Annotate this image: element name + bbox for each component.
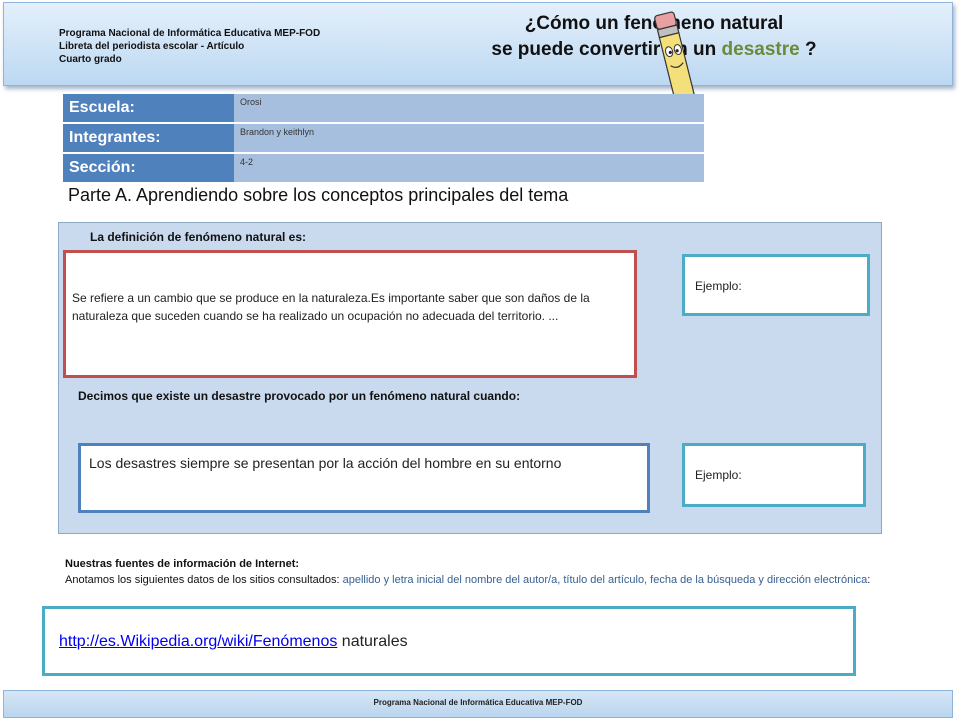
sources-intro: Anotamos los siguientes datos de los sit…: [65, 574, 343, 586]
disaster-example-box[interactable]: Ejemplo:: [682, 443, 866, 507]
source-url-box[interactable]: http://es.Wikipedia.org/wiki/Fenómenos n…: [42, 606, 856, 676]
program-name: Programa Nacional de Informática Educati…: [59, 28, 321, 39]
section-label: Sección:: [63, 153, 234, 184]
definition-box[interactable]: Se refiere a un cambio que se produce en…: [63, 250, 637, 378]
program-info: Programa Nacional de Informática Educati…: [59, 27, 320, 66]
definition-example-box[interactable]: Ejemplo:: [682, 254, 870, 316]
definition-text: Se refiere a un cambio que se produce en…: [72, 291, 590, 323]
title-accent-word: desastre: [721, 39, 800, 60]
disaster-box[interactable]: Los desastres siempre se presentan por l…: [78, 443, 650, 513]
footer-text: Programa Nacional de Informática Educati…: [373, 698, 583, 707]
sources-title: Nuestras fuentes de información de Inter…: [65, 558, 300, 570]
school-value[interactable]: Orosi: [234, 94, 704, 124]
definition-example-label: Ejemplo:: [695, 279, 742, 293]
school-label: Escuela:: [63, 94, 234, 124]
notebook-name: Libreta del periodista escolar - Artícul…: [59, 41, 245, 52]
source-url-line: http://es.Wikipedia.org/wiki/Fenómenos n…: [59, 633, 408, 651]
members-value[interactable]: Brandon y keithlyn: [234, 123, 704, 154]
source-url-suffix: naturales: [337, 633, 408, 650]
sources-section: Nuestras fuentes de información de Inter…: [65, 556, 875, 588]
members-label: Integrantes:: [63, 123, 234, 154]
section-value[interactable]: 4-2: [234, 153, 704, 184]
definition-label: La definición de fenómeno natural es:: [90, 230, 307, 244]
disaster-example-label: Ejemplo:: [695, 468, 742, 482]
info-row-section: Sección: 4-2: [63, 153, 704, 184]
grade-label: Cuarto grado: [59, 54, 122, 65]
disaster-label: Decimos que existe un desastre provocado…: [78, 389, 521, 403]
info-row-members: Integrantes: Brandon y keithlyn: [63, 123, 704, 154]
part-a-heading: Parte A. Aprendiendo sobre los conceptos…: [68, 185, 569, 205]
source-url-link[interactable]: http://es.Wikipedia.org/wiki/Fenómenos: [59, 633, 337, 650]
disaster-text: Los desastres siempre se presentan por l…: [89, 455, 562, 471]
footer-banner: Programa Nacional de Informática Educati…: [3, 690, 953, 718]
header-banner: Programa Nacional de Informática Educati…: [3, 2, 953, 86]
school-info-table: Escuela: Orosi Integrantes: Brandon y ke…: [63, 94, 704, 184]
info-row-school: Escuela: Orosi: [63, 94, 704, 124]
sources-fields: apellido y letra inicial del nombre del …: [342, 574, 868, 586]
title-line-2-post: ?: [799, 39, 817, 60]
sources-colon: :: [867, 574, 871, 586]
